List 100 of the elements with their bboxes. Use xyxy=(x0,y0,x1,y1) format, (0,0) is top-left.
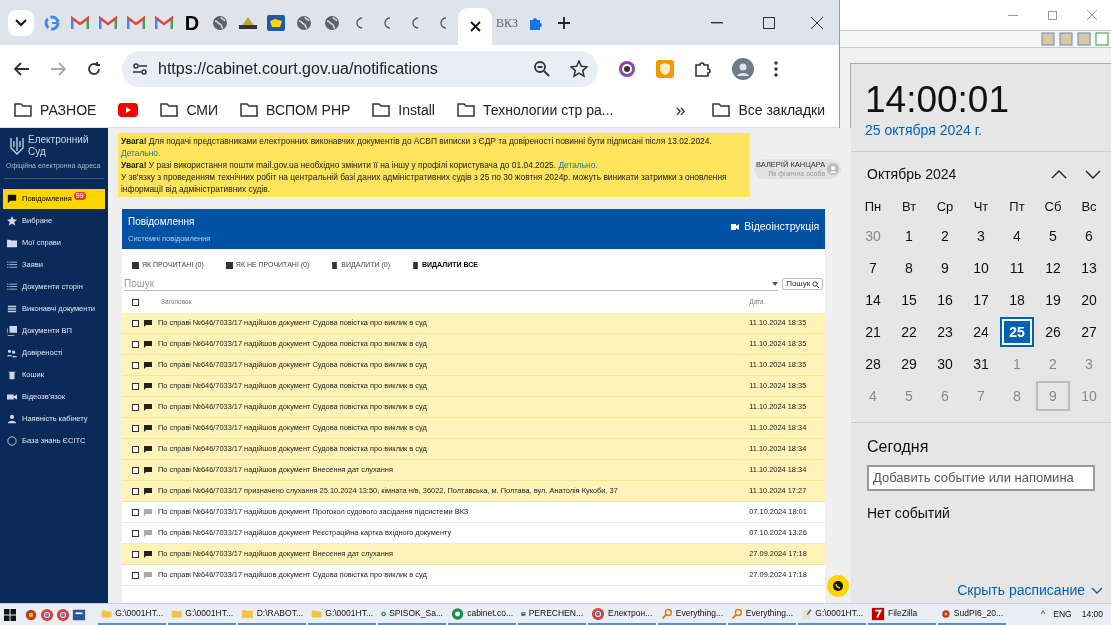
calendar-day[interactable]: 13 xyxy=(1072,253,1106,283)
calendar-day[interactable]: 9 xyxy=(928,253,962,283)
taskbar-item[interactable]: G:\0001HT... xyxy=(168,604,236,625)
calendar-day[interactable]: 26 xyxy=(1036,317,1070,347)
calendar-day[interactable]: 29 xyxy=(892,349,926,379)
taskbar-item[interactable]: SudPI6_20... xyxy=(938,604,1006,625)
more-bookmarks-button[interactable]: » xyxy=(675,96,686,124)
row-checkbox[interactable] xyxy=(132,361,139,369)
search-field[interactable]: Пошук xyxy=(124,276,773,291)
menu-icon[interactable] xyxy=(774,61,778,77)
puzzle-icon[interactable] xyxy=(694,60,712,78)
bookmark[interactable]: ВСПОМ PHP xyxy=(240,99,351,121)
clock-date[interactable]: 25 октября 2024 г. xyxy=(865,120,1097,141)
taskbar-clock[interactable]: 14:00 xyxy=(1081,608,1103,621)
call-button[interactable] xyxy=(827,575,850,597)
video-play-icon[interactable] xyxy=(118,103,139,117)
reload-icon[interactable] xyxy=(86,61,102,77)
browser-tab[interactable] xyxy=(8,9,34,36)
language-indicator[interactable]: ENG xyxy=(1053,608,1072,621)
row-checkbox[interactable] xyxy=(132,319,139,327)
maximize-icon[interactable] xyxy=(763,16,775,29)
start-icon[interactable] xyxy=(4,608,16,621)
row-checkbox[interactable] xyxy=(132,487,139,495)
tray-caret[interactable]: ^ xyxy=(1041,607,1046,622)
select-all-checkbox[interactable] xyxy=(132,298,139,306)
bookmark[interactable]: Install xyxy=(372,99,435,121)
taskbar-item[interactable]: cabinet.co... xyxy=(448,604,516,625)
address-bar[interactable]: https://cabinet.court.gov.ua/notifications xyxy=(122,51,598,87)
calendar-day[interactable]: 12 xyxy=(1036,253,1070,283)
calendar-day[interactable]: 27 xyxy=(1072,317,1106,347)
calendar-day[interactable]: 3 xyxy=(964,221,998,251)
extension-icon[interactable] xyxy=(618,60,636,78)
calendar-day[interactable]: 31 xyxy=(964,349,998,379)
crescent-icon[interactable] xyxy=(384,16,392,29)
calendar-day[interactable]: 25 xyxy=(1000,317,1034,347)
taskbar-item[interactable]: Everything... xyxy=(728,604,796,625)
calendar-day[interactable]: 24 xyxy=(964,317,998,347)
calendar-day[interactable]: 22 xyxy=(892,317,926,347)
new-tab-icon[interactable] xyxy=(557,15,572,30)
bookmark[interactable]: Все закладки xyxy=(712,99,825,121)
zoom-icon[interactable] xyxy=(534,61,550,77)
calendar-day[interactable]: 8 xyxy=(892,253,926,283)
calendar-day[interactable]: 5 xyxy=(1036,221,1070,251)
video-guide-link[interactable]: Відеоінструкція xyxy=(731,219,820,235)
mail-icon[interactable] xyxy=(127,15,145,30)
bookmark[interactable]: РАЗНОЕ xyxy=(14,99,97,121)
calendar-day[interactable]: 30 xyxy=(928,349,962,379)
row-checkbox[interactable] xyxy=(132,571,139,579)
browser-tab[interactable]: ВКЗ xyxy=(492,7,523,38)
crescent-icon[interactable] xyxy=(356,16,364,29)
taskbar-item[interactable]: SPISOK_Sa... xyxy=(378,604,446,625)
calendar-day[interactable]: 21 xyxy=(856,317,890,347)
taskbar-item[interactable]: G:\0001HT... xyxy=(798,604,866,625)
minimize-icon[interactable] xyxy=(711,21,723,24)
crescent-icon[interactable] xyxy=(440,16,448,29)
row-checkbox[interactable] xyxy=(132,340,139,348)
calendar-day[interactable]: 15 xyxy=(892,285,926,315)
details-link[interactable]: Детально. xyxy=(558,160,598,170)
taskbar-item[interactable]: G:\0001HT... xyxy=(308,604,376,625)
taskbar-item[interactable]: PERECHEN... xyxy=(518,604,586,625)
calendar-day[interactable]: 2 xyxy=(928,221,962,251)
row-checkbox[interactable] xyxy=(132,529,139,537)
restore-icon[interactable] xyxy=(1048,10,1057,20)
row-checkbox[interactable] xyxy=(132,382,139,390)
search-button[interactable]: Пошук xyxy=(782,278,824,290)
calendar-day[interactable]: 6 xyxy=(1072,221,1106,251)
close-icon[interactable] xyxy=(811,16,823,29)
mail-icon[interactable] xyxy=(155,15,173,30)
month-title[interactable]: Октябрь 2024 xyxy=(867,163,957,185)
globe-icon[interactable] xyxy=(324,14,340,31)
hide-schedule-link[interactable]: Скрыть расписание xyxy=(851,580,1111,603)
bookmark[interactable]: Технологии стр ра... xyxy=(456,99,614,121)
calendar-day[interactable]: 19 xyxy=(1036,285,1070,315)
calendar-day[interactable]: 11 xyxy=(1000,253,1034,283)
row-checkbox[interactable] xyxy=(132,550,139,558)
calendar-day[interactable]: 4 xyxy=(1000,221,1034,251)
calendar-day[interactable]: 23 xyxy=(928,317,962,347)
calendar-day[interactable]: 18 xyxy=(1000,285,1034,315)
mail-icon[interactable] xyxy=(99,15,117,30)
mail-icon[interactable] xyxy=(71,15,89,30)
calendar-day[interactable]: 10 xyxy=(964,253,998,283)
details-link[interactable]: Детально. xyxy=(121,148,161,158)
row-checkbox[interactable] xyxy=(132,445,139,453)
crescent-icon[interactable] xyxy=(412,16,420,29)
site-settings-icon[interactable] xyxy=(132,62,148,76)
browser-tab[interactable] xyxy=(458,8,492,45)
globe-icon[interactable] xyxy=(296,14,312,31)
calendar-day[interactable]: 14 xyxy=(856,285,890,315)
previous-month-icon[interactable] xyxy=(1051,169,1067,179)
back-arrow-icon[interactable] xyxy=(14,62,30,76)
taskbar-item[interactable]: Електрон... xyxy=(588,604,656,625)
row-checkbox[interactable] xyxy=(132,424,139,432)
calendar-day[interactable]: 7 xyxy=(856,253,890,283)
taskbar-item[interactable]: FileZilla xyxy=(868,604,936,625)
globe-icon[interactable] xyxy=(212,14,228,31)
row-checkbox[interactable] xyxy=(132,403,139,411)
taskbar-item[interactable]: D:\RABOT... xyxy=(238,604,306,625)
browser-tab[interactable]: D xyxy=(178,7,206,38)
row-checkbox[interactable] xyxy=(132,508,139,516)
bookmark[interactable]: СМИ xyxy=(160,99,219,121)
